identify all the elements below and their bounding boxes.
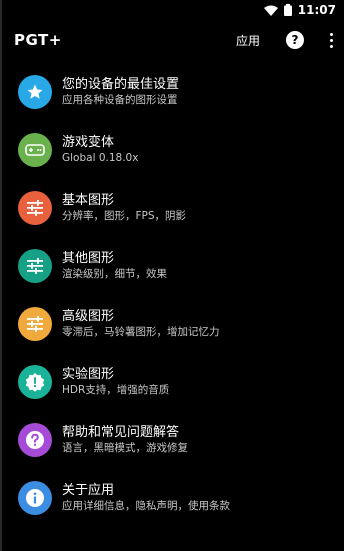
question-icon: ? [291,33,299,47]
menu-item-title: 高级图形 [62,309,115,324]
app-title: PGT+ [14,31,62,49]
menu-item-basic-graphics[interactable]: 基本图形 分辨率，图形，FPS，阴影 [0,179,344,237]
alert-badge-icon [18,365,52,399]
menu-item-subtitle: 语言，黑暗模式，游戏修复 [62,442,188,454]
help-button[interactable]: ? [286,31,304,49]
menu-item-best-settings[interactable]: 您的设备的最佳设置 应用各种设备的图形设置 [0,63,344,121]
menu-item-title: 帮助和常见问题解答 [62,425,180,440]
menu-item-experimental-graphics[interactable]: 实验图形 HDR支持，增强的音质 [0,353,344,411]
wifi-icon [263,1,278,20]
menu-item-title: 其他图形 [62,251,115,266]
menu-item-subtitle: HDR支持，增强的音质 [62,384,170,396]
menu-item-subtitle: 渲染级别，细节，效果 [62,268,167,280]
menu-item-about-app[interactable]: 关于应用 应用详细信息，隐私声明，使用条款 [0,469,344,527]
info-icon [18,481,52,515]
menu-item-title: 实验图形 [62,367,115,382]
sliders-icon [18,191,52,225]
menu-item-title: 您的设备的最佳设置 [62,77,180,92]
question-icon [18,423,52,457]
menu-item-advanced-graphics[interactable]: 高级图形 零滞后，马铃薯图形，增加记忆力 [0,295,344,353]
battery-icon [283,1,292,20]
apps-button[interactable]: 应用 [236,32,260,49]
sliders-icon [18,307,52,341]
gamepad-icon [18,133,52,167]
menu-item-subtitle: Global 0.18.0x [62,152,139,164]
menu-item-other-graphics[interactable]: 其他图形 渲染级别，细节，效果 [0,237,344,295]
app-bar: PGT+ 应用 ? [0,20,344,60]
status-time: 11:07 [297,3,336,17]
menu-item-game-variant[interactable]: 游戏变体 Global 0.18.0x [0,121,344,179]
menu-item-subtitle: 应用各种设备的图形设置 [62,94,178,106]
menu-item-subtitle: 应用详细信息，隐私声明，使用条款 [62,500,230,512]
menu-item-help-faq[interactable]: 帮助和常见问题解答 语言，黑暗模式，游戏修复 [0,411,344,469]
menu-item-title: 游戏变体 [62,135,115,150]
more-vert-icon [330,32,333,36]
status-bar: 11:07 [0,0,344,20]
settings-menu: 您的设备的最佳设置 应用各种设备的图形设置 游戏变体 Global 0.18.0… [0,63,344,527]
menu-item-title: 基本图形 [62,193,115,208]
menu-item-subtitle: 零滞后，马铃薯图形，增加记忆力 [62,326,220,338]
more-options-button[interactable] [330,32,334,48]
menu-item-subtitle: 分辨率，图形，FPS，阴影 [62,210,187,222]
menu-item-title: 关于应用 [62,483,115,498]
sliders-icon [18,249,52,283]
star-icon [18,75,52,109]
